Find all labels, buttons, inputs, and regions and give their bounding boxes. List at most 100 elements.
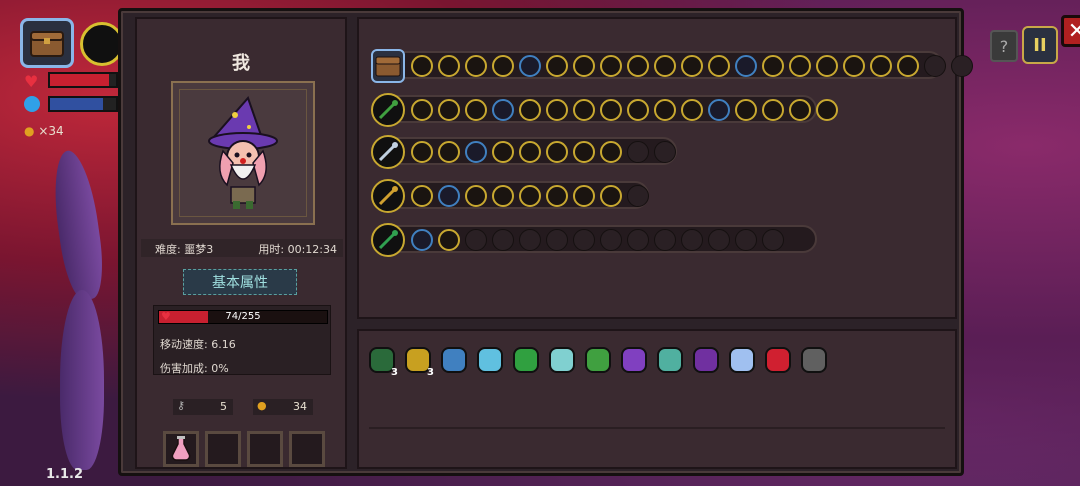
wizard-hat-item-icon[interactable] [621,347,647,373]
upgrade-slot-filled[interactable] [411,229,433,251]
upgrade-slot-filled[interactable] [411,141,433,163]
upgrade-slot-filled[interactable] [492,185,514,207]
coin-icon: ● [24,124,35,138]
fish-item-icon[interactable] [477,347,503,373]
upgrade-slot-empty[interactable] [573,229,595,251]
upgrade-slot-empty[interactable] [492,229,514,251]
upgrade-slot-filled[interactable] [411,185,433,207]
upgrade-slot-filled[interactable] [438,55,460,77]
upgrade-slot-empty[interactable] [654,229,676,251]
crystal-wing-item-icon[interactable] [729,347,755,373]
upgrade-slot-filled[interactable] [600,185,622,207]
upgrade-slot-filled[interactable] [411,99,433,121]
upgrade-slot-empty[interactable] [951,55,973,77]
potion-slot[interactable] [163,431,199,467]
helmet-item-icon[interactable] [513,347,539,373]
upgrade-slot-empty[interactable] [600,229,622,251]
upgrade-slot-filled[interactable] [681,99,703,121]
upgrade-slot-empty[interactable] [681,229,703,251]
staff-green-icon[interactable] [371,93,405,127]
upgrade-slot-empty[interactable] [762,229,784,251]
upgrade-slot-filled[interactable] [708,99,730,121]
upgrade-slot-filled[interactable] [492,55,514,77]
upgrade-slot-empty[interactable] [924,55,946,77]
upgrade-slot-filled[interactable] [735,99,757,121]
upgrade-slot-filled[interactable] [627,55,649,77]
upgrade-slot-filled[interactable] [708,55,730,77]
hud-chest-icon[interactable] [20,18,74,68]
weapon-row-chest [371,49,973,83]
upgrade-slot-filled[interactable] [762,99,784,121]
upgrade-slot-filled[interactable] [546,141,568,163]
upgrade-slot-filled[interactable] [438,185,460,207]
close-button[interactable]: ✕ [1061,15,1080,47]
upgrade-slot-filled[interactable] [546,185,568,207]
wizard-avatar [179,89,307,217]
upgrade-slot-filled[interactable] [519,141,541,163]
upgrade-slot-empty[interactable] [627,185,649,207]
inventory-slot[interactable] [289,431,325,467]
upgrade-slot-filled[interactable] [600,99,622,121]
upgrade-slot-filled[interactable] [600,141,622,163]
upgrade-slot-filled[interactable] [465,55,487,77]
upgrade-slot-filled[interactable] [735,55,757,77]
chest-icon[interactable] [371,49,405,83]
upgrade-slot-filled[interactable] [465,141,487,163]
red-gem-item-icon[interactable] [765,347,791,373]
upgrade-slot-filled[interactable] [573,55,595,77]
inventory-slot[interactable] [247,431,283,467]
upgrade-slot-filled[interactable] [411,55,433,77]
upgrade-slot-filled[interactable] [627,99,649,121]
staff-emerald-icon[interactable] [371,223,405,257]
upgrade-slot-filled[interactable] [519,99,541,121]
upgrade-slot-filled[interactable] [816,99,838,121]
inventory-slot[interactable] [205,431,241,467]
upgrade-slot-filled[interactable] [492,99,514,121]
upgrade-slot-filled[interactable] [870,55,892,77]
basic-attributes-tab[interactable]: 基本属性 [183,269,297,295]
upgrade-slot-empty[interactable] [519,229,541,251]
upgrade-slot-filled[interactable] [816,55,838,77]
upgrade-slot-filled[interactable] [843,55,865,77]
upgrade-slot-filled[interactable] [465,99,487,121]
upgrade-slot-empty[interactable] [708,229,730,251]
upgrade-slot-empty[interactable] [735,229,757,251]
mask-item-icon[interactable] [801,347,827,373]
upgrade-slot-filled[interactable] [654,55,676,77]
hud-mana-bar [48,96,118,112]
robe-item-icon[interactable] [693,347,719,373]
upgrade-slot-filled[interactable] [492,141,514,163]
upgrade-slot-filled[interactable] [519,185,541,207]
feather-item-icon[interactable] [549,347,575,373]
upgrade-slot-empty[interactable] [654,141,676,163]
staff-gold-icon[interactable] [371,179,405,213]
upgrade-slot-empty[interactable] [465,229,487,251]
coin-icon: ● [257,399,267,412]
upgrade-slot-filled[interactable] [654,99,676,121]
magnifier-item-icon[interactable] [441,347,467,373]
upgrade-slot-filled[interactable] [762,55,784,77]
upgrade-slot-filled[interactable] [438,141,460,163]
upgrade-slot-filled[interactable] [465,185,487,207]
upgrade-slot-filled[interactable] [789,99,811,121]
upgrade-slot-empty[interactable] [627,229,649,251]
upgrade-slot-filled[interactable] [438,229,460,251]
staff-crystal-icon[interactable] [371,135,405,169]
boot-item-icon[interactable] [585,347,611,373]
upgrade-slot-empty[interactable] [627,141,649,163]
scarf-item-icon[interactable] [657,347,683,373]
upgrade-slot-empty[interactable] [546,229,568,251]
help-button[interactable]: ? [990,30,1018,62]
upgrade-slot-filled[interactable] [897,55,919,77]
pause-button[interactable]: II [1022,26,1058,64]
upgrade-slot-filled[interactable] [519,55,541,77]
upgrade-slot-filled[interactable] [573,99,595,121]
upgrade-slot-filled[interactable] [573,141,595,163]
upgrade-slot-filled[interactable] [438,99,460,121]
upgrade-slot-filled[interactable] [789,55,811,77]
upgrade-slot-filled[interactable] [681,55,703,77]
upgrade-slot-filled[interactable] [573,185,595,207]
upgrade-slot-filled[interactable] [546,55,568,77]
upgrade-slot-filled[interactable] [600,55,622,77]
upgrade-slot-filled[interactable] [546,99,568,121]
